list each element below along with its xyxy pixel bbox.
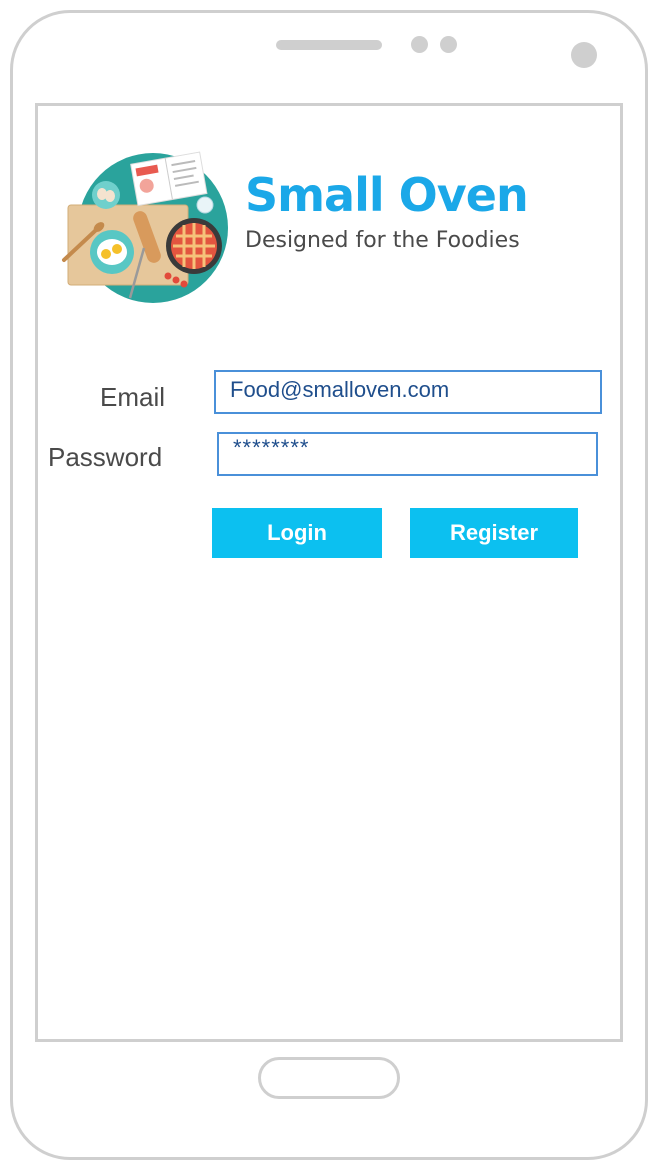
- email-field[interactable]: Food@smalloven.com: [214, 370, 602, 414]
- kitchen-table-illustration-icon: [62, 151, 228, 303]
- front-camera: [571, 42, 597, 68]
- app-logo: [58, 150, 230, 305]
- email-label: Email: [100, 382, 166, 412]
- password-field[interactable]: ********: [217, 432, 598, 476]
- speaker-grille: [276, 40, 382, 50]
- login-button[interactable]: Login: [212, 508, 382, 558]
- app-tagline: Designed for the Foodies: [245, 228, 520, 253]
- sensor-dot: [411, 36, 428, 53]
- sensor-dot: [440, 36, 457, 53]
- home-button[interactable]: [258, 1057, 400, 1099]
- password-label: Password: [48, 442, 163, 472]
- app-title: Small Oven: [245, 168, 529, 222]
- register-button[interactable]: Register: [410, 508, 578, 558]
